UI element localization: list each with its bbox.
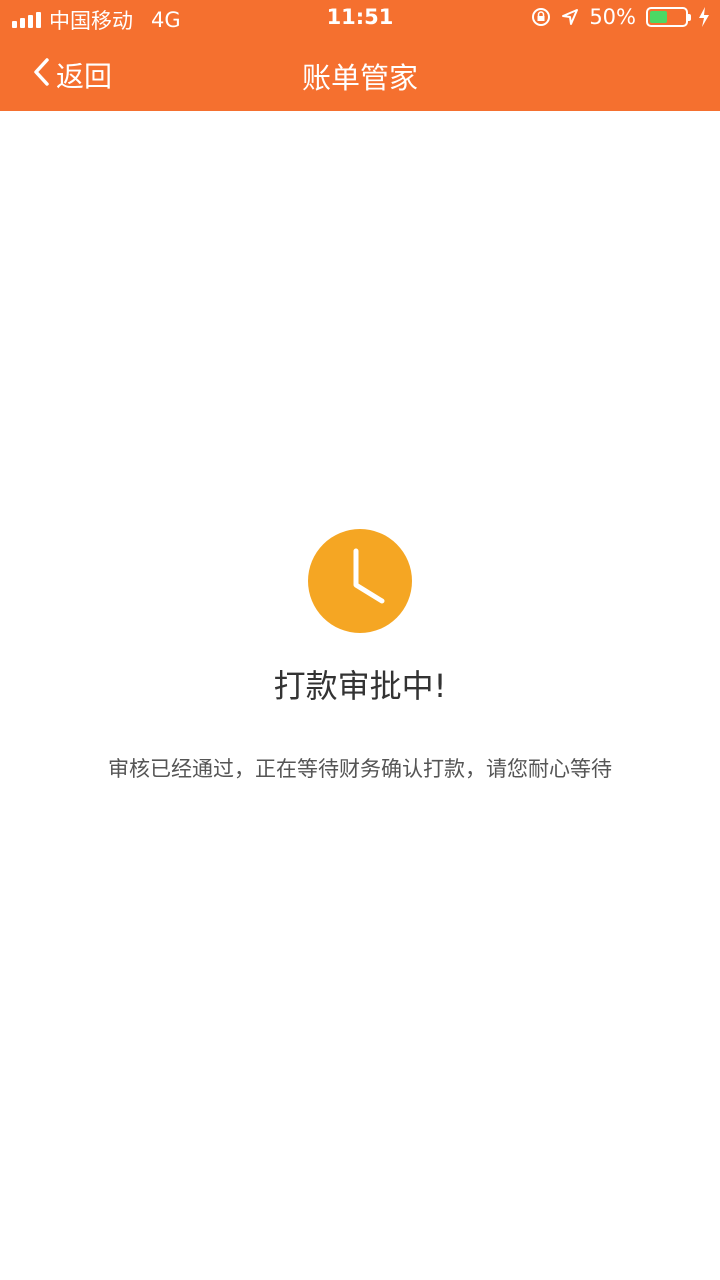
battery-level [650, 11, 667, 23]
orientation-lock-icon [531, 7, 551, 27]
status-right: 50% [531, 5, 710, 29]
battery-percent: 50% [589, 5, 636, 29]
status-title: 打款审批中! [273, 667, 447, 705]
battery-icon [646, 7, 691, 27]
top-bar: 中国移动 4G 11:51 50% 返回 账单管家 [0, 0, 720, 111]
clock-icon [308, 529, 412, 633]
page-title: 账单管家 [301, 61, 418, 95]
location-arrow-icon [561, 8, 579, 26]
charging-bolt-icon [698, 7, 710, 27]
status-bar: 中国移动 4G 11:51 50% [0, 0, 720, 37]
status-description: 审核已经通过，正在等待财务确认打款，请您耐心等待 [108, 757, 612, 781]
main-content: 打款审批中! 审核已经通过，正在等待财务确认打款，请您耐心等待 [0, 111, 720, 1280]
navigation-bar: 返回 账单管家 [0, 37, 720, 111]
